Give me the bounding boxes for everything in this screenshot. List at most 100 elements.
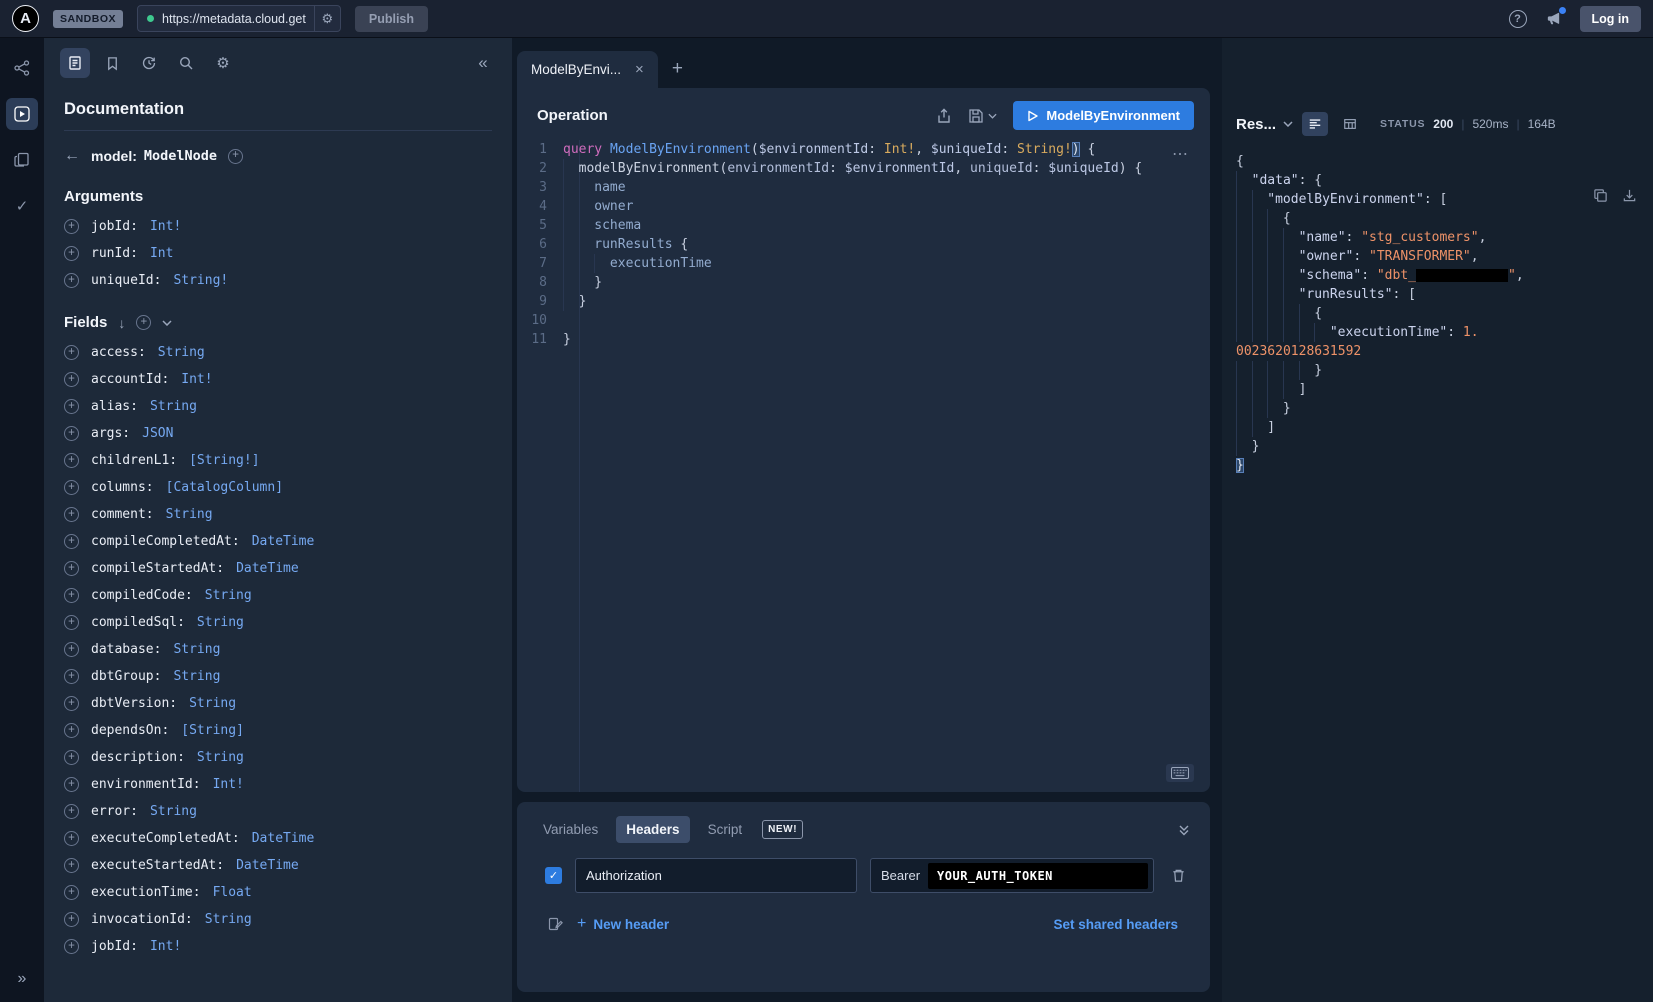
environment-variables-icon[interactable] — [547, 916, 563, 932]
run-operation-button[interactable]: ModelByEnvironment — [1013, 101, 1194, 130]
add-to-query-icon[interactable]: + — [64, 273, 79, 288]
add-to-query-icon[interactable]: + — [64, 750, 79, 765]
env-variable-token[interactable]: YOUR_AUTH_TOKEN — [928, 863, 1148, 889]
doc-item-type-link[interactable]: Int! — [181, 372, 212, 387]
field-row[interactable]: +access:String — [64, 339, 492, 366]
login-button[interactable]: Log in — [1580, 6, 1642, 32]
add-to-query-icon[interactable]: + — [64, 831, 79, 846]
add-to-query-icon[interactable]: + — [64, 534, 79, 549]
field-row[interactable]: +jobId:Int! — [64, 933, 492, 960]
response-title-dropdown[interactable]: Res... — [1236, 116, 1293, 133]
doc-item-type-link[interactable]: DateTime — [252, 534, 315, 549]
doc-item-type-link[interactable]: String! — [173, 273, 228, 288]
save-button[interactable] — [968, 108, 997, 124]
schema-graph-icon[interactable] — [6, 52, 38, 84]
argument-row[interactable]: +runId:Int — [64, 240, 492, 267]
add-to-query-icon[interactable]: + — [64, 345, 79, 360]
operation-editor[interactable]: 1query ModelByEnvironment($environmentId… — [517, 140, 1210, 792]
add-to-query-icon[interactable]: + — [64, 723, 79, 738]
argument-row[interactable]: +jobId:Int! — [64, 213, 492, 240]
apollo-logo[interactable] — [12, 5, 39, 32]
new-tab-button[interactable] — [672, 58, 683, 88]
add-to-query-icon[interactable]: + — [64, 696, 79, 711]
add-to-query-icon[interactable]: + — [64, 480, 79, 495]
field-row[interactable]: +columns:[CatalogColumn] — [64, 474, 492, 501]
field-row[interactable]: +description:String — [64, 744, 492, 771]
header-value-input[interactable]: Bearer YOUR_AUTH_TOKEN — [870, 858, 1154, 893]
add-to-query-icon[interactable]: + — [64, 804, 79, 819]
sort-fields-icon[interactable] — [118, 315, 125, 331]
doc-item-type-link[interactable]: String — [173, 669, 220, 684]
doc-item-type-link[interactable]: Float — [213, 885, 252, 900]
add-type-to-query-icon[interactable]: + — [228, 149, 243, 164]
keyboard-shortcuts-icon[interactable] — [1166, 764, 1194, 782]
operation-overflow-menu-icon[interactable] — [1172, 144, 1190, 164]
endpoint-url-input[interactable]: https://metadata.cloud.get — [137, 5, 341, 32]
close-tab-icon[interactable] — [635, 61, 644, 78]
announcements-icon[interactable] — [1545, 10, 1562, 27]
header-enabled-checkbox[interactable] — [545, 867, 562, 884]
checks-icon[interactable] — [6, 190, 38, 222]
field-row[interactable]: +database:String — [64, 636, 492, 663]
field-row[interactable]: +alias:String — [64, 393, 492, 420]
expand-rail-icon[interactable] — [6, 966, 38, 992]
bookmark-icon[interactable] — [97, 48, 127, 78]
tab-variables[interactable]: Variables — [533, 816, 608, 843]
doc-item-type-link[interactable]: String — [205, 912, 252, 927]
field-row[interactable]: +error:String — [64, 798, 492, 825]
collapse-docs-panel-icon[interactable] — [470, 50, 496, 76]
settings-gear-icon[interactable] — [208, 48, 238, 78]
field-row[interactable]: +invocationId:String — [64, 906, 492, 933]
field-row[interactable]: +executionTime:Float — [64, 879, 492, 906]
doc-item-type-link[interactable]: String — [173, 642, 220, 657]
doc-item-type-link[interactable]: DateTime — [236, 561, 299, 576]
help-icon[interactable] — [1509, 10, 1527, 28]
doc-item-type-link[interactable]: DateTime — [252, 831, 315, 846]
field-row[interactable]: +accountId:Int! — [64, 366, 492, 393]
add-to-query-icon[interactable]: + — [64, 399, 79, 414]
doc-item-type-link[interactable]: [CatalogColumn] — [166, 480, 283, 495]
new-header-button[interactable]: New header — [577, 916, 669, 932]
add-all-fields-icon[interactable]: + — [136, 315, 151, 330]
delete-header-icon[interactable] — [1171, 868, 1186, 883]
field-row[interactable]: +environmentId:Int! — [64, 771, 492, 798]
doc-item-type-link[interactable]: Int! — [213, 777, 244, 792]
doc-item-type-link[interactable]: Int! — [150, 939, 181, 954]
chevron-down-icon[interactable] — [162, 320, 172, 326]
field-row[interactable]: +compiledSql:String — [64, 609, 492, 636]
doc-item-type-link[interactable]: String — [189, 696, 236, 711]
add-to-query-icon[interactable]: + — [64, 912, 79, 927]
publish-button[interactable]: Publish — [355, 6, 428, 32]
search-icon[interactable] — [171, 48, 201, 78]
doc-item-type-link[interactable]: String — [205, 588, 252, 603]
doc-item-type-link[interactable]: String — [150, 399, 197, 414]
collapse-request-panel-icon[interactable] — [1178, 824, 1194, 836]
share-icon[interactable] — [936, 108, 952, 124]
add-to-query-icon[interactable]: + — [64, 507, 79, 522]
table-view-icon[interactable] — [1337, 112, 1363, 136]
operation-collections-icon[interactable] — [6, 144, 38, 176]
field-row[interactable]: +compiledCode:String — [64, 582, 492, 609]
argument-row[interactable]: +uniqueId:String! — [64, 267, 492, 294]
add-to-query-icon[interactable]: + — [64, 453, 79, 468]
header-key-input[interactable] — [575, 858, 857, 893]
format-view-icon[interactable] — [1302, 112, 1328, 136]
add-to-query-icon[interactable]: + — [64, 615, 79, 630]
doc-item-type-link[interactable]: String — [197, 750, 244, 765]
field-row[interactable]: +args:JSON — [64, 420, 492, 447]
tab-script[interactable]: Script — [698, 816, 753, 843]
doc-item-type-link[interactable]: String — [150, 804, 197, 819]
doc-item-type-link[interactable]: String — [158, 345, 205, 360]
chevron-down-icon[interactable] — [988, 113, 997, 119]
field-row[interactable]: +comment:String — [64, 501, 492, 528]
field-row[interactable]: +compileStartedAt:DateTime — [64, 555, 492, 582]
add-to-query-icon[interactable]: + — [64, 246, 79, 261]
doc-item-type-link[interactable]: Int! — [150, 219, 181, 234]
doc-item-type-link[interactable]: [String] — [181, 723, 244, 738]
add-to-query-icon[interactable]: + — [64, 939, 79, 954]
add-to-query-icon[interactable]: + — [64, 372, 79, 387]
field-row[interactable]: +dbtVersion:String — [64, 690, 492, 717]
field-row[interactable]: +compileCompletedAt:DateTime — [64, 528, 492, 555]
field-row[interactable]: +childrenL1:[String!] — [64, 447, 492, 474]
add-to-query-icon[interactable]: + — [64, 219, 79, 234]
